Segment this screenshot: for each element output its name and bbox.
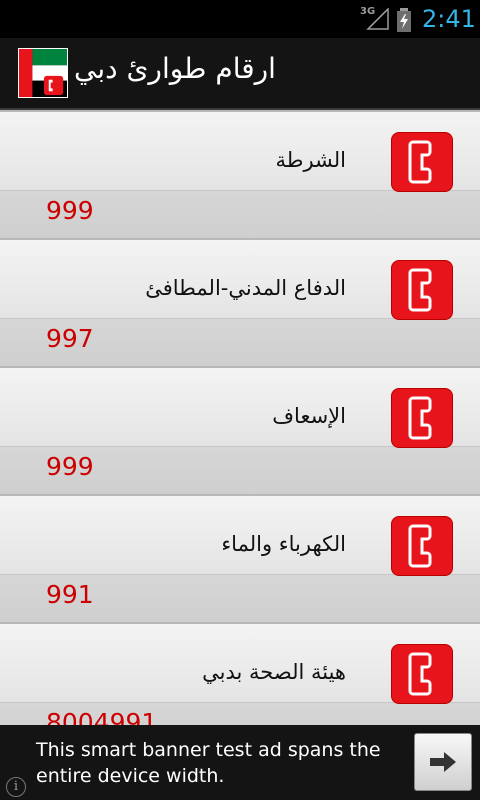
phone-handset-icon (408, 396, 432, 440)
contact-name: الكهرباء والماء (221, 532, 346, 556)
call-button[interactable] (391, 132, 453, 192)
contact-name: هيئة الصحة بدبي (202, 660, 346, 684)
list-item[interactable]: الدفاع المدني-المطافئ 997 (0, 238, 480, 366)
list-item[interactable]: الكهرباء والماء 991 (0, 494, 480, 622)
contact-number: 997 (46, 324, 94, 353)
arrow-right-icon (430, 752, 456, 772)
battery-charging-icon (397, 8, 411, 32)
status-clock: 2:41 (422, 5, 476, 33)
phone-handset-icon (408, 268, 432, 312)
ad-banner[interactable]: This smart banner test ad spans the enti… (0, 725, 480, 800)
ad-text[interactable]: This smart banner test ad spans the enti… (36, 737, 396, 789)
call-button[interactable] (391, 260, 453, 320)
list-item[interactable]: الإسعاف 999 (0, 366, 480, 494)
list-item[interactable]: هيئة الصحة بدبي 8004991 (0, 622, 480, 725)
ad-info-icon[interactable]: i (6, 777, 26, 797)
list-item[interactable]: الشرطة 999 (0, 110, 480, 238)
signal-icon (366, 8, 389, 30)
status-bar: 3G 2:41 (0, 0, 480, 38)
emergency-contacts-list[interactable]: الشرطة 999 الدفاع المدني-المطافئ 997 الإ… (0, 110, 480, 725)
ad-open-button[interactable] (414, 733, 472, 791)
phone-handset-icon (408, 652, 432, 696)
phone-handset-icon (408, 524, 432, 568)
uae-flag-phone-icon[interactable] (18, 48, 68, 98)
contact-number: 991 (46, 580, 94, 609)
app-title: ارقام طوارئ دبي (74, 52, 276, 85)
contact-name: الدفاع المدني-المطافئ (145, 276, 346, 300)
app-action-bar: ارقام طوارئ دبي (0, 38, 480, 110)
contact-number: 999 (46, 452, 94, 481)
contact-name: الإسعاف (272, 404, 346, 428)
call-button[interactable] (391, 516, 453, 576)
call-button[interactable] (391, 388, 453, 448)
call-button[interactable] (391, 644, 453, 704)
contact-name: الشرطة (275, 148, 346, 172)
contact-number: 999 (46, 196, 94, 225)
contact-number: 8004991 (46, 708, 158, 725)
phone-handset-icon (408, 140, 432, 184)
